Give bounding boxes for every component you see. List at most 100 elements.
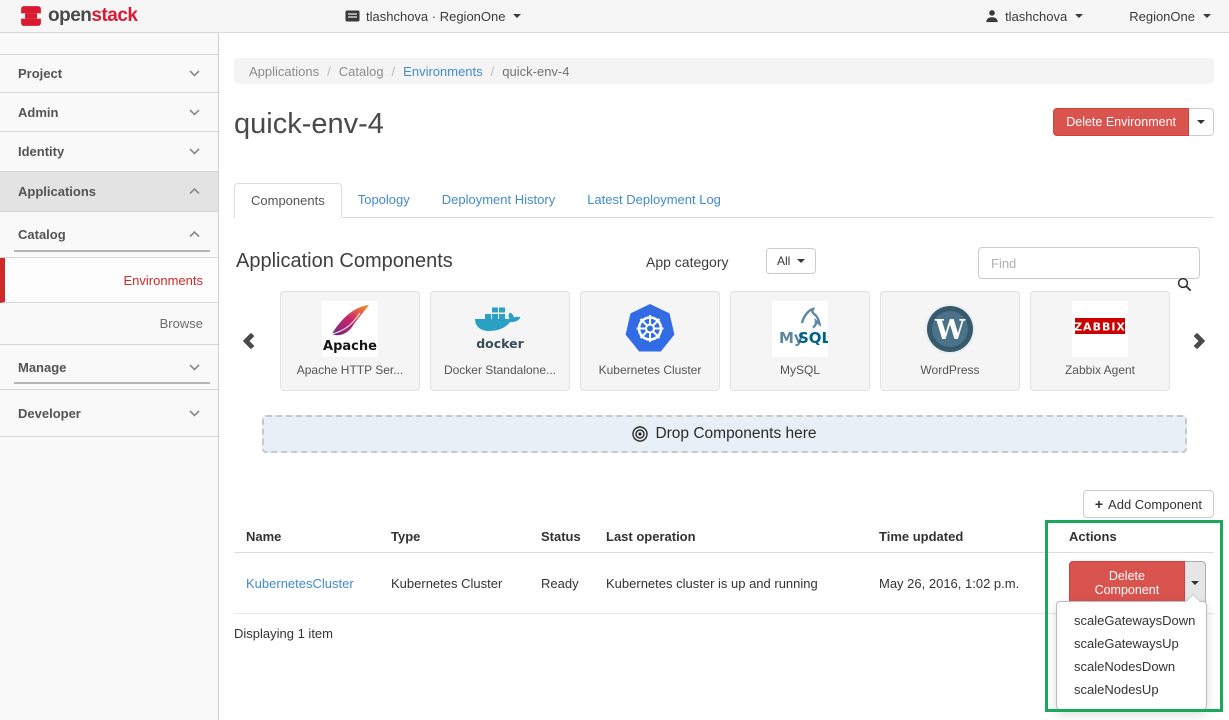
user-menu-label: tlashchova — [1005, 9, 1067, 24]
component-tile-wordpress[interactable]: W WordPress — [880, 291, 1020, 391]
svg-text:Apache: Apache — [323, 339, 377, 354]
breadcrumb-environments-link[interactable]: Environments — [403, 64, 482, 79]
drop-zone-label: Drop Components here — [655, 425, 816, 443]
chevron-up-icon — [189, 188, 200, 195]
chevron-down-icon — [189, 148, 200, 155]
context-switcher[interactable]: tlashchova · RegionOne — [345, 9, 521, 24]
user-menu[interactable]: tlashchova — [985, 9, 1083, 24]
tab-components[interactable]: Components — [234, 183, 342, 218]
tile-label: WordPress — [920, 363, 979, 377]
component-time-updated-cell: May 26, 2016, 1:02 p.m. — [867, 553, 1057, 614]
col-header-status: Status — [529, 521, 594, 553]
chevron-down-icon — [189, 364, 200, 371]
component-tile-docker[interactable]: docker Docker Standalone... — [430, 291, 570, 391]
menu-item-scale-gateways-down[interactable]: scaleGatewaysDown — [1057, 609, 1206, 632]
delete-component-button[interactable]: Delete Component — [1069, 561, 1185, 605]
svg-text:docker: docker — [476, 336, 524, 351]
sidebar-item-applications[interactable]: Applications — [0, 172, 218, 212]
menu-item-scale-nodes-down[interactable]: scaleNodesDown — [1057, 655, 1206, 678]
tile-label: Apache HTTP Ser... — [297, 363, 404, 377]
chevron-left-icon — [243, 333, 260, 350]
zabbix-logo-icon: ZABBIX — [1072, 301, 1128, 357]
caret-down-icon — [797, 259, 805, 263]
context-switcher-label: tlashchova · RegionOne — [366, 9, 505, 24]
apache-logo-icon: Apache — [322, 301, 378, 357]
manage-group-underline — [14, 382, 210, 384]
component-tile-zabbix[interactable]: ZABBIX Zabbix Agent — [1030, 291, 1170, 391]
sidebar-item-identity[interactable]: Identity — [0, 132, 218, 172]
sidebar-item-manage[interactable]: Manage — [0, 345, 218, 390]
col-header-name: Name — [234, 521, 379, 553]
chevron-down-icon — [189, 70, 200, 77]
component-tile-apache[interactable]: Apache Apache HTTP Ser... — [280, 291, 420, 391]
sidebar-item-catalog[interactable]: Catalog — [0, 212, 218, 258]
breadcrumb-current: quick-env-4 — [502, 64, 569, 79]
caret-down-icon — [1191, 581, 1199, 585]
sidebar-spacer — [0, 33, 218, 55]
add-component-button[interactable]: + Add Component — [1083, 490, 1214, 518]
svg-text:ZABBIX: ZABBIX — [1074, 321, 1126, 334]
chevron-down-icon — [189, 109, 200, 116]
carousel-prev-button[interactable] — [234, 291, 268, 391]
topbar: openstack tlashchova · RegionOne tlashch… — [0, 0, 1229, 33]
tab-topology[interactable]: Topology — [342, 183, 426, 218]
chevron-right-icon — [1189, 333, 1206, 350]
tab-bar: Components Topology Deployment History L… — [234, 183, 1214, 218]
chevron-down-icon — [1203, 14, 1211, 18]
chevron-up-icon — [189, 231, 200, 238]
sidebar: Project Admin Identity Applications Cata… — [0, 33, 219, 720]
facility-icon — [345, 10, 360, 22]
drop-components-zone[interactable]: Drop Components here — [262, 415, 1187, 453]
docker-logo-icon: docker — [472, 301, 528, 357]
chevron-down-icon — [513, 14, 521, 18]
menu-item-scale-gateways-up[interactable]: scaleGatewaysUp — [1057, 632, 1206, 655]
component-name-link[interactable]: KubernetesCluster — [246, 576, 354, 591]
component-tile-mysql[interactable]: My SQL. MySQL — [730, 291, 870, 391]
svg-text:W: W — [934, 315, 966, 346]
tab-latest-deployment-log[interactable]: Latest Deployment Log — [571, 183, 737, 218]
col-header-time-updated: Time updated — [867, 521, 1057, 553]
component-status-cell: Ready — [529, 553, 594, 614]
sidebar-item-admin[interactable]: Admin — [0, 93, 218, 132]
col-header-last-operation: Last operation — [594, 521, 867, 553]
component-type-cell: Kubernetes Cluster — [379, 553, 529, 614]
col-header-actions: Actions — [1057, 521, 1214, 553]
section-heading: Application Components — [236, 250, 453, 273]
chevron-down-icon — [189, 410, 200, 417]
breadcrumb-separator: / — [392, 64, 396, 79]
breadcrumb-separator: / — [491, 64, 495, 79]
chevron-down-icon — [1075, 14, 1083, 18]
sidebar-item-environments[interactable]: Environments — [0, 258, 218, 303]
sidebar-item-browse[interactable]: Browse — [0, 303, 218, 345]
search-icon[interactable] — [1177, 277, 1192, 292]
svg-text:SQL.: SQL. — [798, 329, 828, 347]
breadcrumb-catalog: Catalog — [339, 64, 384, 79]
delete-environment-split-button: Delete Environment — [1053, 108, 1214, 136]
components-carousel: Apache Apache HTTP Ser... docker Docker … — [234, 291, 1214, 391]
delete-environment-caret-button[interactable] — [1189, 108, 1214, 136]
caret-down-icon — [1197, 120, 1205, 124]
sidebar-item-developer[interactable]: Developer — [0, 390, 218, 437]
delete-environment-button[interactable]: Delete Environment — [1053, 108, 1189, 136]
region-menu[interactable]: RegionOne — [1129, 9, 1211, 24]
tile-label: Zabbix Agent — [1065, 363, 1135, 377]
tile-label: Kubernetes Cluster — [599, 363, 702, 377]
breadcrumb-separator: / — [327, 64, 331, 79]
app-category-value: All — [777, 254, 790, 268]
wordpress-logo-icon: W — [922, 301, 978, 357]
find-input[interactable] — [978, 247, 1200, 279]
target-icon — [632, 426, 648, 442]
component-actions-menu: scaleGatewaysDown scaleGatewaysUp scaleN… — [1056, 601, 1207, 710]
person-icon — [985, 9, 999, 23]
carousel-next-button[interactable] — [1180, 291, 1214, 391]
table-header-row: Name Type Status Last operation Time upd… — [234, 521, 1214, 553]
sidebar-item-project[interactable]: Project — [0, 55, 218, 93]
tab-deployment-history[interactable]: Deployment History — [426, 183, 571, 218]
openstack-logo[interactable]: openstack — [0, 5, 220, 27]
col-header-type: Type — [379, 521, 529, 553]
add-component-label: Add Component — [1108, 497, 1202, 512]
app-category-filter-button[interactable]: All — [766, 248, 816, 274]
menu-item-scale-nodes-up[interactable]: scaleNodesUp — [1057, 678, 1206, 701]
component-tile-kubernetes[interactable]: Kubernetes Cluster — [580, 291, 720, 391]
brand-wordmark: openstack — [48, 5, 138, 27]
